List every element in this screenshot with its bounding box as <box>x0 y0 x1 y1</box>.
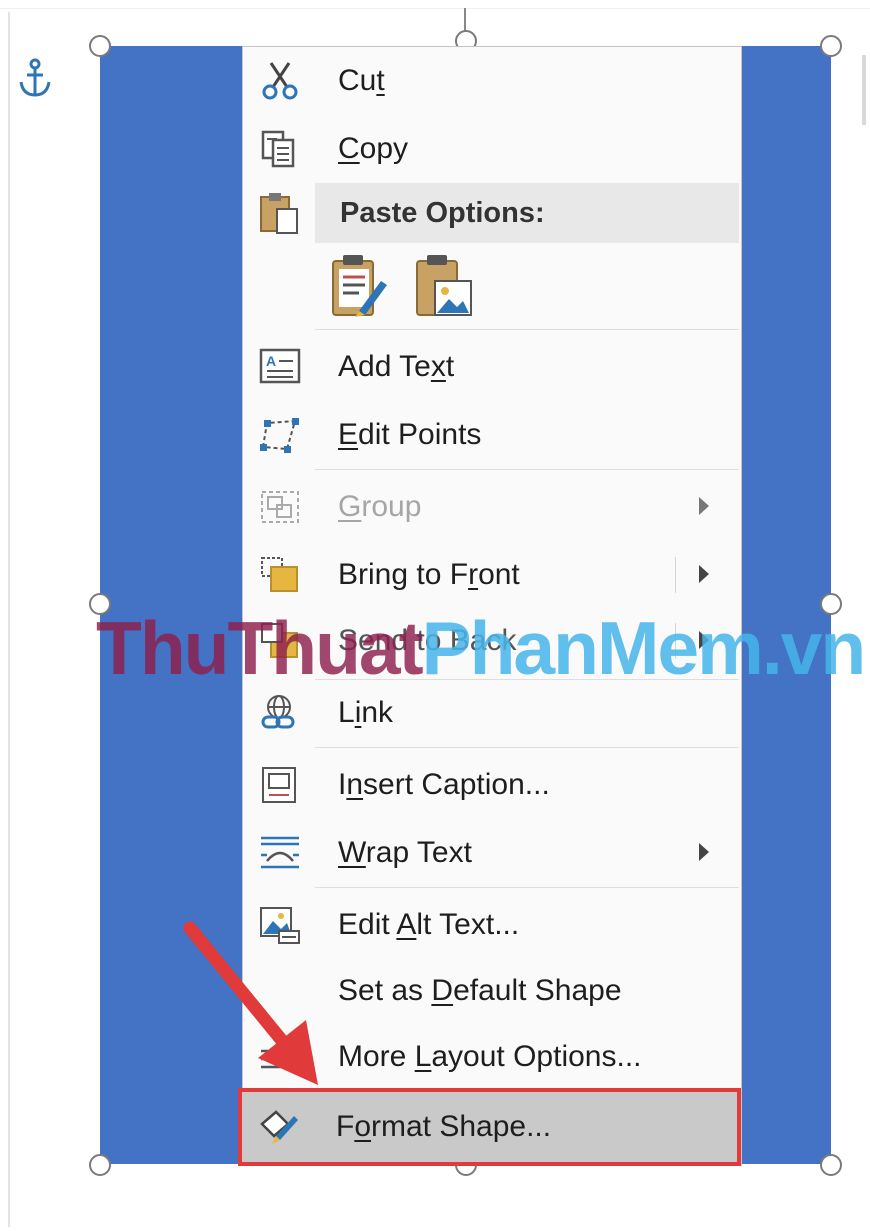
split-divider <box>675 557 676 593</box>
edit-points-icon <box>260 418 299 453</box>
anchor-icon[interactable] <box>18 58 52 100</box>
submenu-arrow-icon <box>699 497 709 515</box>
menu-item-group[interactable]: Group <box>243 475 741 539</box>
menu-separator <box>315 469 739 470</box>
menu-item-label: Copy <box>338 132 409 165</box>
paste-options-header: Paste Options: <box>315 183 739 243</box>
group-icon <box>261 491 299 523</box>
page-top-edge <box>0 8 870 9</box>
wrap-text-icon <box>261 836 299 869</box>
page-left-edge <box>8 12 10 1227</box>
menu-item-label: Add Text <box>338 350 455 383</box>
clipboard-icon <box>260 193 298 234</box>
bring-to-front-icon <box>261 557 298 592</box>
link-icon <box>261 695 295 729</box>
svg-text:A: A <box>266 353 276 369</box>
add-text-icon: A <box>259 348 301 384</box>
resize-handle-bottom-left[interactable] <box>89 1154 111 1176</box>
insert-caption-icon <box>262 767 296 803</box>
menu-item-add-text[interactable]: A Add Text <box>243 335 741 399</box>
menu-item-bring-to-front[interactable]: Bring to Front <box>243 543 741 607</box>
menu-item-edit-points[interactable]: Edit Points <box>243 403 741 467</box>
menu-item-label: Group <box>338 490 422 523</box>
submenu-arrow-icon[interactable] <box>699 565 709 583</box>
menu-item-format-shape[interactable]: Format Shape... <box>238 1088 741 1166</box>
menu-item-insert-caption[interactable]: Insert Caption... <box>243 753 741 817</box>
menu-item-label: Wrap Text <box>338 836 472 869</box>
menu-item-cut[interactable]: Cut <box>243 49 741 113</box>
menu-item-label: More Layout Options... <box>338 1040 642 1073</box>
menu-item-label: Insert Caption... <box>338 768 550 801</box>
submenu-arrow-icon <box>699 843 709 861</box>
menu-separator <box>315 887 739 888</box>
watermark-text: ThuThuatPhanMem.vn <box>96 606 866 690</box>
menu-separator <box>315 747 739 748</box>
menu-item-label: Edit Points <box>338 418 482 451</box>
menu-item-copy[interactable]: Copy <box>243 117 741 181</box>
paste-picture-icon[interactable] <box>413 253 475 319</box>
copy-icon <box>261 130 295 168</box>
paste-options-label: Paste Options: <box>340 197 545 229</box>
resize-handle-top-left[interactable] <box>89 35 111 57</box>
format-shape-icon <box>260 1110 298 1144</box>
right-margin-marker <box>862 55 866 125</box>
menu-item-label: Format Shape... <box>336 1110 552 1143</box>
resize-handle-bottom-right[interactable] <box>820 1154 842 1176</box>
menu-item-label: Cut <box>338 64 385 97</box>
paste-keep-formatting-icon[interactable] <box>329 253 391 319</box>
menu-item-label: Bring to Front <box>338 558 520 591</box>
resize-handle-top-right[interactable] <box>820 35 842 57</box>
menu-item-label: Edit Alt Text... <box>338 908 520 941</box>
menu-item-wrap-text[interactable]: Wrap Text <box>243 821 741 885</box>
scissors-icon <box>262 62 298 100</box>
menu-separator <box>315 329 739 330</box>
menu-item-label: Set as Default Shape <box>338 974 622 1007</box>
annotation-arrow <box>183 921 318 1085</box>
